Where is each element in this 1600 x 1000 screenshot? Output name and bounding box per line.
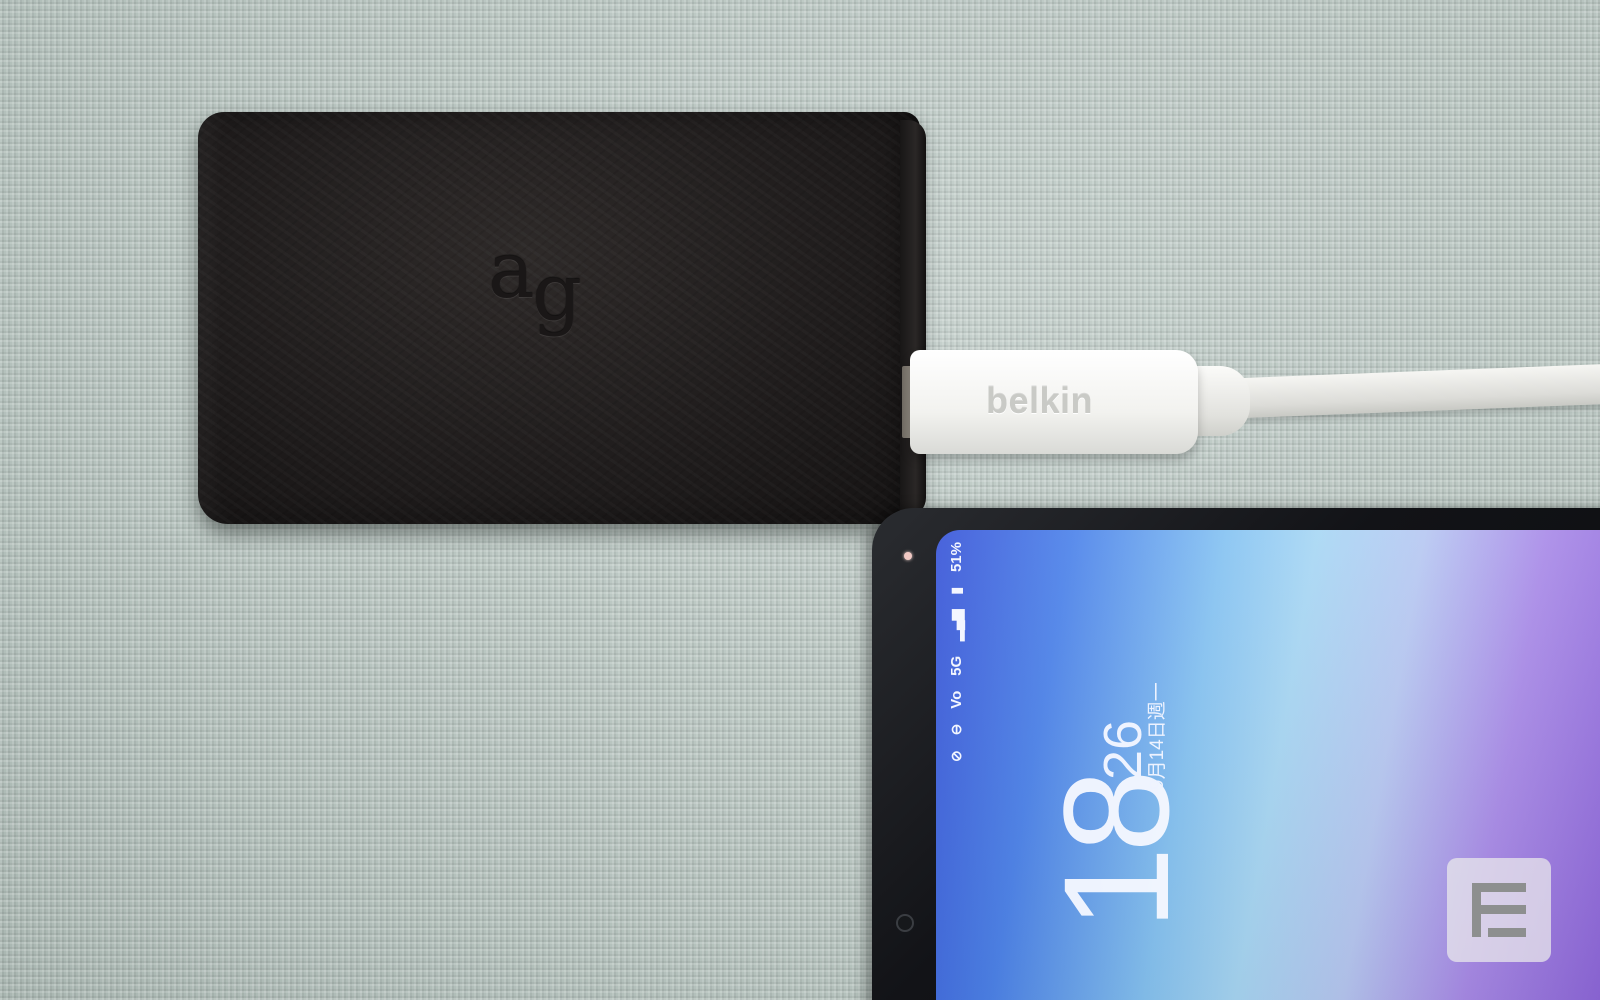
logo-letter-g: g bbox=[532, 248, 582, 338]
signal-icon: ▂▄▆ bbox=[947, 609, 964, 641]
phone-sensor-icon bbox=[896, 914, 914, 932]
usb-cable bbox=[1189, 363, 1600, 420]
front-camera-icon bbox=[904, 552, 912, 560]
network-label: 5G bbox=[947, 655, 965, 676]
dnd-icon: ⊖ bbox=[947, 723, 964, 736]
phone-status-bar: ⊘ ⊖ Vo 5G ▂▄▆ ▮ 51% bbox=[946, 542, 966, 762]
power-bank-end-cap bbox=[900, 120, 926, 516]
clock-date: 9月14日週一 bbox=[1147, 682, 1168, 790]
engadget-logo-icon bbox=[1447, 858, 1551, 962]
battery-icon: ▮ bbox=[947, 586, 964, 595]
volte-icon: Vo bbox=[947, 690, 965, 709]
clock-hour: 18 bbox=[1032, 775, 1200, 930]
lock-screen-clock: 18 26 9月14日週一 bbox=[1030, 682, 1250, 940]
mute-icon: ⊘ bbox=[947, 750, 964, 762]
logo-letter-a: a bbox=[488, 226, 535, 316]
battery-percent: 51% bbox=[947, 542, 965, 573]
plug-brand-label: belkin bbox=[986, 380, 1094, 421]
photo-scene: a g belkin ⊘ ⊖ Vo 5G ▂▄▆ ▮ 51% 18 26 9月1… bbox=[0, 0, 1600, 1000]
power-bank-logo: a g bbox=[488, 232, 608, 362]
watermark-glyph bbox=[1472, 883, 1526, 937]
